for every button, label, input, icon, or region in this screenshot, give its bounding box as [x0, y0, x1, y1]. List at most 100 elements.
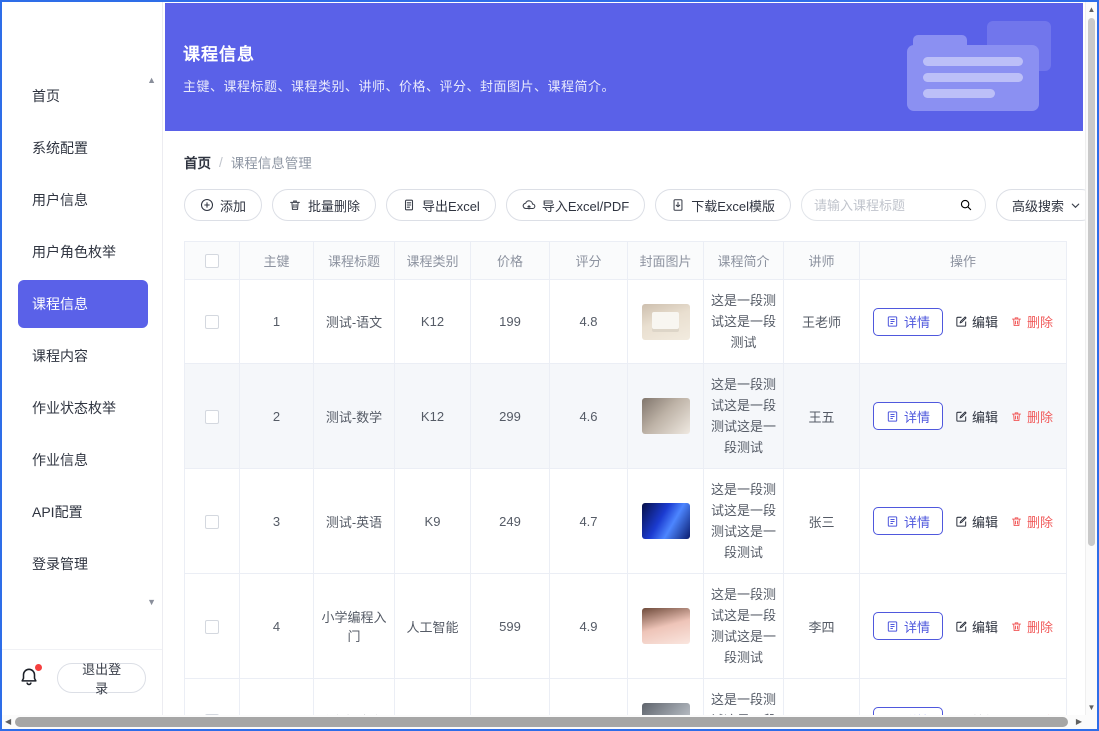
cover-image-blue-abstract-waves — [642, 503, 690, 539]
edit-pencil-icon — [955, 515, 968, 528]
detail-button[interactable]: 详情 — [873, 402, 943, 430]
download-template-button[interactable]: 下载Excel模版 — [655, 189, 791, 221]
edit-pencil-icon — [955, 315, 968, 328]
cell-title: 测试-英语 — [314, 469, 395, 574]
search-icon[interactable] — [959, 198, 973, 212]
scrollbar-corner — [1085, 715, 1097, 729]
page-banner: 课程信息 主键、课程标题、课程类别、讲师、价格、评分、封面图片、课程简介。 — [165, 3, 1083, 131]
delete-button[interactable]: 删除 — [1010, 617, 1053, 636]
row-checkbox[interactable] — [205, 315, 219, 329]
logout-button[interactable]: 退出登录 — [57, 663, 146, 693]
cell-price: 249 — [471, 469, 550, 574]
delete-button[interactable]: 删除 — [1010, 512, 1053, 531]
sidebar-item-user-role-enum[interactable]: 用户角色枚举 — [18, 228, 148, 276]
add-button[interactable]: 添加 — [184, 189, 262, 221]
row-actions: 详情 编辑 删除 — [864, 308, 1062, 336]
edit-button[interactable]: 编辑 — [955, 407, 998, 426]
cell-category: K12 — [395, 364, 471, 469]
delete-trash-icon — [1010, 515, 1023, 528]
sidebar-scroll-down-icon[interactable]: ▼ — [147, 598, 156, 607]
sidebar-item-api-config[interactable]: API配置 — [18, 488, 148, 536]
edit-button[interactable]: 编辑 — [955, 617, 998, 636]
header-cover: 封面图片 — [628, 242, 704, 280]
notification-bell-icon[interactable] — [18, 666, 41, 690]
scroll-right-arrow-icon[interactable]: ▶ — [1076, 717, 1082, 726]
horizontal-scrollbar[interactable]: ◀ ▶ — [2, 715, 1085, 729]
row-checkbox[interactable] — [205, 620, 219, 634]
delete-button[interactable]: 删除 — [1010, 312, 1053, 331]
detail-doc-icon — [886, 515, 899, 528]
cell-intro: 这是一段测试这是一段测试这是一段测试 — [704, 364, 784, 469]
sidebar-item-home[interactable]: 首页 — [18, 72, 148, 120]
sidebar-nav: 首页 系统配置 用户信息 用户角色枚举 课程信息 课程内容 作业状态枚举 作业信… — [2, 2, 162, 588]
scroll-left-arrow-icon[interactable]: ◀ — [5, 717, 11, 726]
edit-label: 编辑 — [972, 407, 998, 426]
cover-image-business-meeting — [642, 703, 690, 716]
sidebar-item-system-config[interactable]: 系统配置 — [18, 124, 148, 172]
import-excel-label: 导入Excel/PDF — [542, 196, 629, 215]
detail-label: 详情 — [904, 512, 930, 531]
detail-button[interactable]: 详情 — [873, 612, 943, 640]
row-actions: 详情 编辑 删除 — [864, 707, 1062, 716]
horizontal-scrollbar-thumb[interactable] — [15, 717, 1068, 727]
row-checkbox[interactable] — [205, 410, 219, 424]
cell-rating: 4.7 — [550, 469, 628, 574]
edit-button[interactable]: 编辑 — [955, 512, 998, 531]
cell-rating: 4.6 — [550, 364, 628, 469]
course-table: 主键 课程标题 课程类别 价格 评分 封面图片 课程简介 讲师 操作 — [184, 241, 1067, 715]
cell-price: 599 — [471, 574, 550, 679]
sidebar-item-user-info[interactable]: 用户信息 — [18, 176, 148, 224]
table-row: 5 测试-政治 K9 350 4.5 这是一段测试这是一段测试 王五 详情 编辑… — [185, 679, 1067, 716]
cell-rating: 4.5 — [550, 679, 628, 716]
vertical-scrollbar[interactable]: ▲ ▼ — [1085, 2, 1097, 715]
cell-price: 299 — [471, 364, 550, 469]
detail-label: 详情 — [904, 312, 930, 331]
header-intro: 课程简介 — [704, 242, 784, 280]
cell-id: 1 — [240, 280, 314, 364]
page-title: 课程信息 — [183, 40, 615, 65]
sidebar-item-label: 用户角色枚举 — [32, 242, 116, 262]
sidebar-item-login-management[interactable]: 登录管理 — [18, 540, 148, 588]
edit-pencil-icon — [955, 620, 968, 633]
sidebar-item-homework-status-enum[interactable]: 作业状态枚举 — [18, 384, 148, 432]
edit-button[interactable]: 编辑 — [955, 312, 998, 331]
detail-label: 详情 — [904, 407, 930, 426]
detail-button[interactable]: 详情 — [873, 507, 943, 535]
cell-id: 4 — [240, 574, 314, 679]
import-excel-button[interactable]: 导入Excel/PDF — [506, 189, 645, 221]
search-input[interactable] — [814, 198, 953, 213]
search-box — [801, 189, 986, 221]
cell-title: 测试-政治 — [314, 679, 395, 716]
plus-circle-icon — [200, 198, 214, 212]
header-price: 价格 — [471, 242, 550, 280]
sidebar-item-course-content[interactable]: 课程内容 — [18, 332, 148, 380]
sidebar-item-homework-info[interactable]: 作业信息 — [18, 436, 148, 484]
header-actions: 操作 — [860, 242, 1067, 280]
delete-button[interactable]: 删除 — [1010, 407, 1053, 426]
sidebar-item-label: 课程信息 — [32, 294, 88, 314]
delete-label: 删除 — [1027, 512, 1053, 531]
breadcrumb-home-link[interactable]: 首页 — [184, 152, 211, 172]
sidebar-item-label: 用户信息 — [32, 190, 88, 210]
select-all-checkbox[interactable] — [205, 254, 219, 268]
detail-doc-icon — [886, 410, 899, 423]
delete-trash-icon — [1010, 620, 1023, 633]
sidebar-scroll-up-icon[interactable]: ▲ — [147, 76, 156, 85]
header-teacher: 讲师 — [784, 242, 860, 280]
export-excel-button[interactable]: 导出Excel — [386, 189, 496, 221]
scroll-up-arrow-icon[interactable]: ▲ — [1086, 5, 1097, 14]
advanced-search-button[interactable]: 高级搜索 — [996, 189, 1085, 221]
vertical-scrollbar-thumb[interactable] — [1088, 18, 1095, 546]
detail-doc-icon — [886, 620, 899, 633]
sidebar-item-label: 作业信息 — [32, 450, 88, 470]
scroll-down-arrow-icon[interactable]: ▼ — [1086, 703, 1097, 712]
detail-button[interactable]: 详情 — [873, 308, 943, 336]
cell-title: 测试-语文 — [314, 280, 395, 364]
detail-button[interactable]: 详情 — [873, 707, 943, 716]
sidebar-item-course-info[interactable]: 课程信息 — [18, 280, 148, 328]
delete-trash-icon — [1010, 315, 1023, 328]
sidebar-item-label: 登录管理 — [32, 554, 88, 574]
row-checkbox[interactable] — [205, 515, 219, 529]
breadcrumb-separator: / — [219, 155, 223, 170]
batch-delete-button[interactable]: 批量删除 — [272, 189, 376, 221]
